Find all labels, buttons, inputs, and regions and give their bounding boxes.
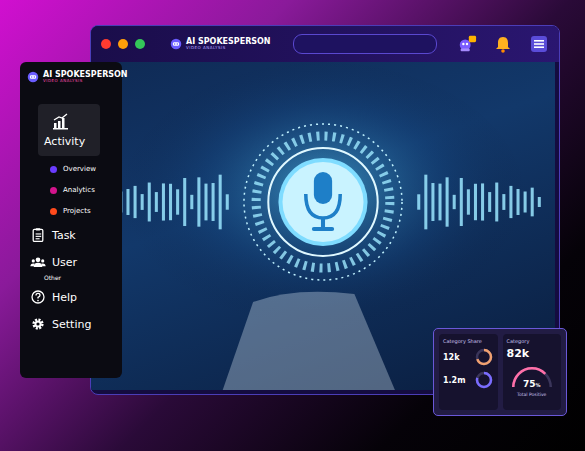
sidebar-item-label: Activity bbox=[44, 135, 85, 148]
browser-logo[interactable]: AI SPOKESPERSON VIDEO ANALYSIS bbox=[169, 37, 271, 51]
sidebar-subitem-label: Overview bbox=[63, 165, 96, 173]
ring-value: 12k bbox=[443, 353, 459, 362]
sidebar-item-label: Task bbox=[52, 229, 76, 242]
ring-stat: 12k bbox=[443, 347, 494, 367]
gauge-reading: 75% bbox=[507, 379, 558, 389]
browser-topbar: AI SPOKESPERSON VIDEO ANALYSIS bbox=[91, 26, 559, 62]
gauge-unit: % bbox=[536, 382, 541, 388]
users-icon bbox=[30, 254, 46, 270]
robot-mascot-icon[interactable] bbox=[457, 34, 477, 54]
status-dot bbox=[50, 166, 57, 173]
sidebar-item[interactable]: Task bbox=[26, 224, 116, 246]
gear-icon bbox=[30, 316, 46, 332]
sidebar-item[interactable]: User bbox=[26, 251, 116, 273]
sidebar-item-label: Setting bbox=[52, 318, 91, 331]
sidebar: AI SPOKESPERSON VIDEO ANALYSIS Activity … bbox=[20, 62, 122, 378]
page: AI SPOKESPERSON VIDEO ANALYSIS AI SPOKES… bbox=[0, 0, 585, 451]
logo-text: AI SPOKESPERSON VIDEO ANALYSIS bbox=[43, 71, 128, 84]
sidebar-logo[interactable]: AI SPOKESPERSON VIDEO ANALYSIS bbox=[26, 70, 116, 84]
sidebar-item[interactable]: Setting bbox=[26, 313, 116, 335]
sidebar-item[interactable]: Activity bbox=[38, 104, 100, 156]
traffic-light-dot[interactable] bbox=[101, 39, 111, 49]
sidebar-subitem-label: Analytics bbox=[63, 186, 95, 194]
logo-tagline: VIDEO ANALYSIS bbox=[186, 46, 271, 50]
traffic-lights bbox=[101, 39, 145, 49]
ring-value: 1.2m bbox=[443, 376, 466, 385]
gauge-number: 75 bbox=[523, 379, 536, 389]
traffic-light-dot[interactable] bbox=[135, 39, 145, 49]
sidebar-subitem[interactable]: Analytics bbox=[26, 182, 116, 198]
panel-title: Category Share bbox=[443, 338, 494, 344]
robot-logo-icon bbox=[169, 37, 183, 51]
search-field[interactable] bbox=[293, 34, 437, 54]
sidebar-subitem-label: Projects bbox=[63, 207, 91, 215]
sidebar-section-label: Other bbox=[26, 274, 116, 281]
robot-logo-icon bbox=[26, 70, 40, 84]
sidebar-item-label: User bbox=[52, 256, 77, 269]
status-dot bbox=[50, 208, 57, 215]
logo-tagline: VIDEO ANALYSIS bbox=[43, 79, 128, 83]
sidebar-subitem[interactable]: Overview bbox=[26, 161, 116, 177]
sidebar-item[interactable]: Help bbox=[26, 286, 116, 308]
sidebar-item-label: Help bbox=[52, 291, 77, 304]
menu-icon[interactable] bbox=[529, 34, 549, 54]
clipboard-icon bbox=[30, 227, 46, 243]
gauge-caption: Total Positive bbox=[507, 392, 558, 397]
sidebar-subitem[interactable]: Projects bbox=[26, 203, 116, 219]
sidebar-nav: Activity Overview Analytics Projects Tas… bbox=[26, 104, 116, 335]
logo-title: AI SPOKESPERSON bbox=[186, 38, 271, 46]
share-panel: Category Share 12k 1.2m bbox=[439, 334, 498, 410]
traffic-light-dot[interactable] bbox=[118, 39, 128, 49]
help-icon bbox=[30, 289, 46, 305]
top-icons bbox=[457, 34, 549, 54]
donut-chart-icon bbox=[474, 347, 494, 367]
logo-title: AI SPOKESPERSON bbox=[43, 71, 128, 79]
gauge: 75% bbox=[507, 363, 558, 389]
stats-card: Category Share 12k 1.2m Category 82k 75%… bbox=[433, 328, 567, 416]
donut-chart-icon bbox=[474, 370, 494, 390]
gauge-value: 82k bbox=[507, 347, 558, 360]
status-dot bbox=[50, 187, 57, 194]
chart-icon bbox=[50, 112, 70, 132]
panel-title: Category bbox=[507, 338, 558, 344]
bell-icon[interactable] bbox=[493, 34, 513, 54]
gauge-panel: Category 82k 75% Total Positive bbox=[503, 334, 562, 410]
logo-text: AI SPOKESPERSON VIDEO ANALYSIS bbox=[186, 38, 271, 51]
ring-stat: 1.2m bbox=[443, 370, 494, 390]
